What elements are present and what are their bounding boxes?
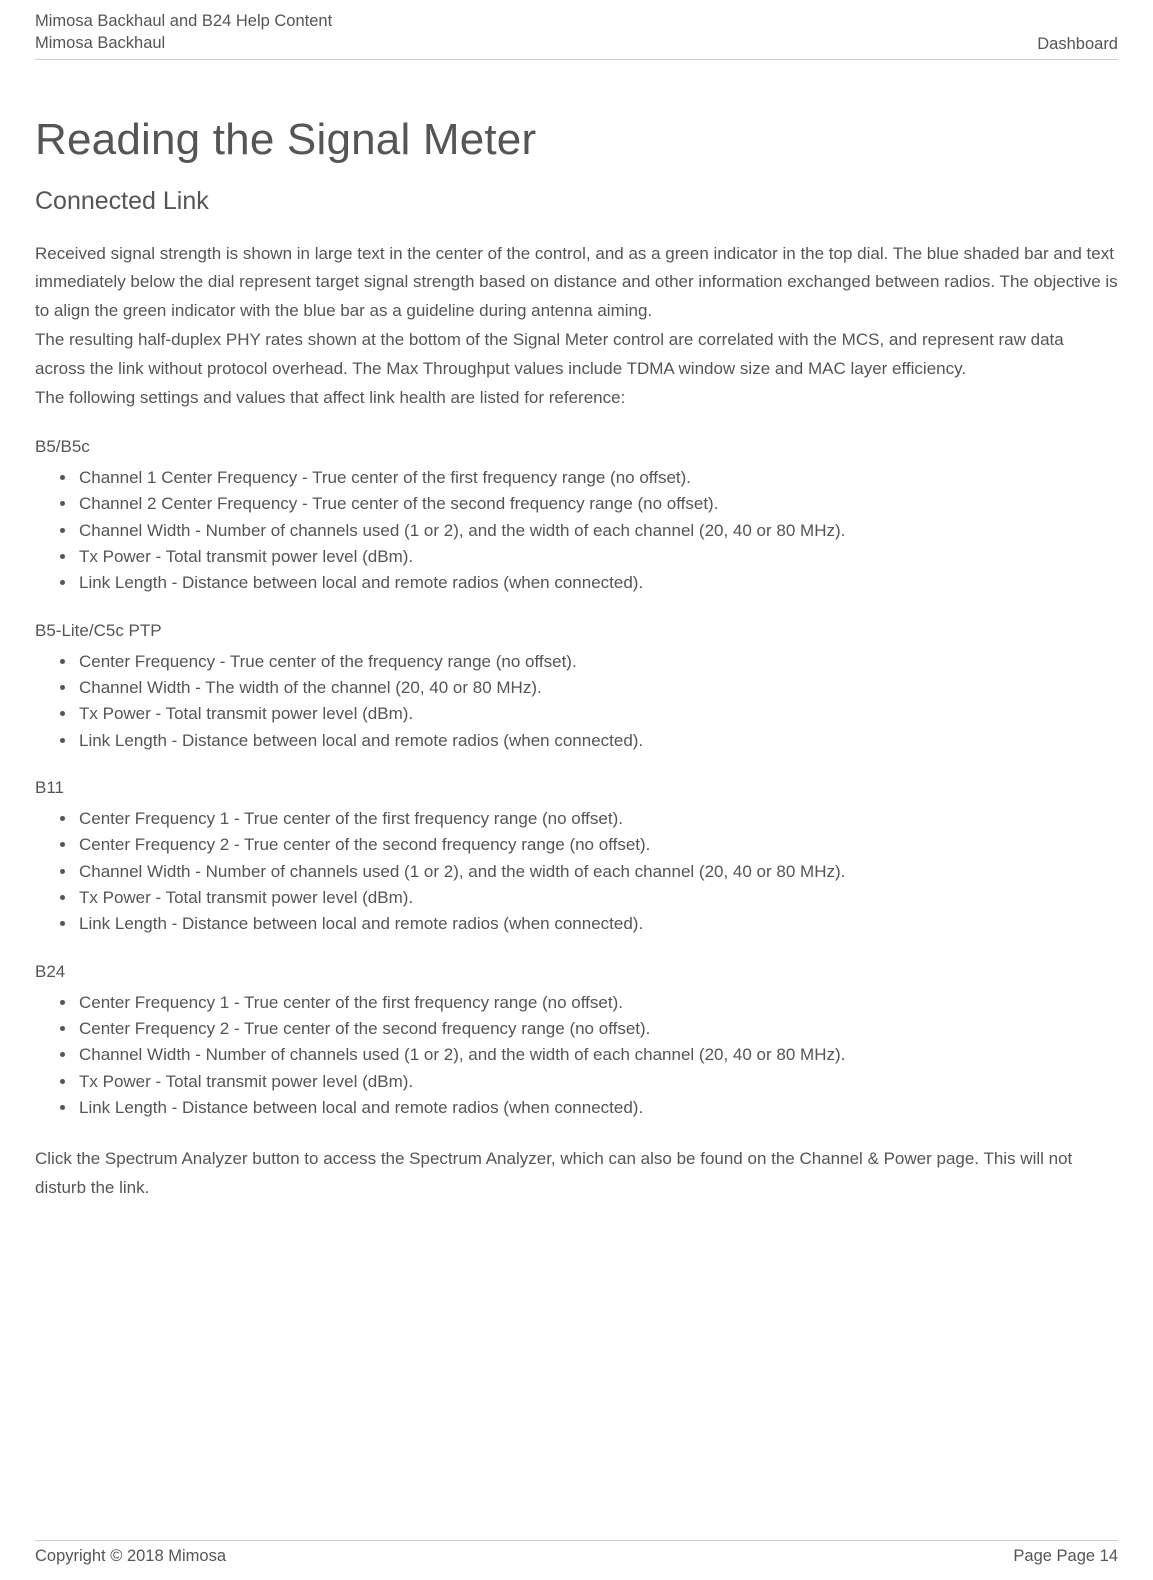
list-item: Tx Power - Total transmit power level (d… bbox=[77, 1069, 1118, 1095]
footer-copyright: Copyright © 2018 Mimosa bbox=[35, 1547, 226, 1566]
list-item: Tx Power - Total transmit power level (d… bbox=[77, 701, 1118, 727]
list-item: Center Frequency 1 - True center of the … bbox=[77, 990, 1118, 1016]
section-label: B5-Lite/C5c PTP bbox=[35, 621, 1118, 641]
list-item: Link Length - Distance between local and… bbox=[77, 1095, 1118, 1121]
page-content: Reading the Signal Meter Connected Link … bbox=[35, 60, 1118, 1204]
intro-paragraph-2: The resulting half-duplex PHY rates show… bbox=[35, 326, 1118, 384]
header-left: Mimosa Backhaul and B24 Help Content Mim… bbox=[35, 10, 332, 55]
list-item: Tx Power - Total transmit power level (d… bbox=[77, 544, 1118, 570]
page-subtitle: Connected Link bbox=[35, 187, 1118, 216]
list-item: Channel Width - Number of channels used … bbox=[77, 859, 1118, 885]
section-bullets: Center Frequency 1 - True center of the … bbox=[35, 806, 1118, 938]
section-bullets: Center Frequency 1 - True center of the … bbox=[35, 990, 1118, 1122]
list-item: Channel 2 Center Frequency - True center… bbox=[77, 491, 1118, 517]
closing-paragraph: Click the Spectrum Analyzer button to ac… bbox=[35, 1145, 1118, 1203]
list-item: Link Length - Distance between local and… bbox=[77, 570, 1118, 596]
list-item: Link Length - Distance between local and… bbox=[77, 911, 1118, 937]
list-item: Channel Width - Number of channels used … bbox=[77, 518, 1118, 544]
intro-paragraph-1: Received signal strength is shown in lar… bbox=[35, 240, 1118, 327]
header-section-label: Dashboard bbox=[1037, 35, 1118, 55]
page-header: Mimosa Backhaul and B24 Help Content Mim… bbox=[35, 10, 1118, 60]
list-item: Tx Power - Total transmit power level (d… bbox=[77, 885, 1118, 911]
list-item: Channel 1 Center Frequency - True center… bbox=[77, 465, 1118, 491]
section-label: B11 bbox=[35, 778, 1118, 798]
section-bullets: Center Frequency - True center of the fr… bbox=[35, 649, 1118, 754]
header-title-line1: Mimosa Backhaul and B24 Help Content bbox=[35, 10, 332, 32]
intro-paragraph-3: The following settings and values that a… bbox=[35, 384, 1118, 413]
section-label: B24 bbox=[35, 962, 1118, 982]
list-item: Channel Width - Number of channels used … bbox=[77, 1042, 1118, 1068]
section-label: B5/B5c bbox=[35, 437, 1118, 457]
section-bullets: Channel 1 Center Frequency - True center… bbox=[35, 465, 1118, 597]
list-item: Link Length - Distance between local and… bbox=[77, 728, 1118, 754]
page-title: Reading the Signal Meter bbox=[35, 115, 1118, 165]
list-item: Center Frequency 2 - True center of the … bbox=[77, 832, 1118, 858]
list-item: Center Frequency - True center of the fr… bbox=[77, 649, 1118, 675]
list-item: Center Frequency 2 - True center of the … bbox=[77, 1016, 1118, 1042]
list-item: Center Frequency 1 - True center of the … bbox=[77, 806, 1118, 832]
footer-page-number: Page Page 14 bbox=[1013, 1547, 1118, 1566]
header-title-line2: Mimosa Backhaul bbox=[35, 32, 332, 54]
list-item: Channel Width - The width of the channel… bbox=[77, 675, 1118, 701]
page-footer: Copyright © 2018 Mimosa Page Page 14 bbox=[35, 1540, 1118, 1566]
